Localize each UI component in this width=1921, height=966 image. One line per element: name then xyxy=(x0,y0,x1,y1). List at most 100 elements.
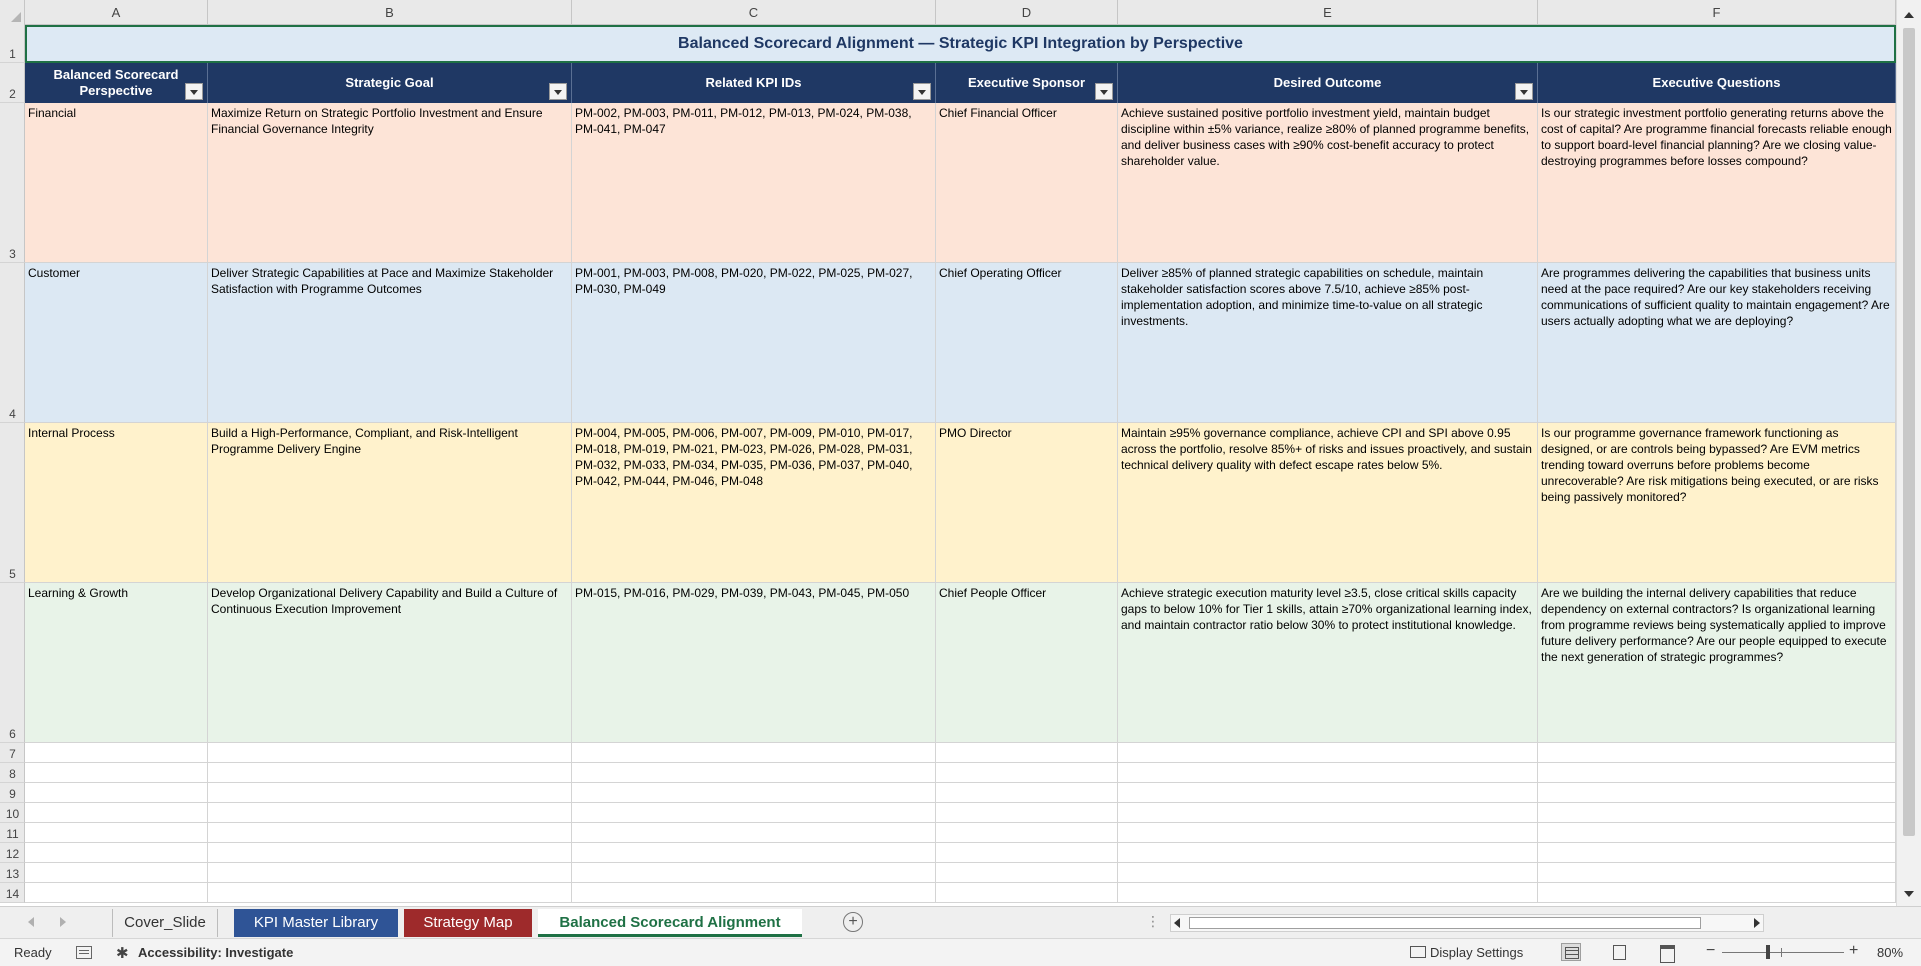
cell-questions[interactable]: Are we building the internal delivery ca… xyxy=(1538,583,1896,743)
cell-sponsor[interactable]: Chief Operating Officer xyxy=(936,263,1118,423)
header-cell-questions[interactable]: Executive Questions xyxy=(1538,63,1896,103)
cell-goal[interactable]: Develop Organizational Delivery Capabili… xyxy=(208,583,572,743)
next-sheet-arrow-icon[interactable] xyxy=(60,917,66,927)
column-header-f[interactable]: F xyxy=(1538,0,1896,25)
empty-cell[interactable] xyxy=(208,783,572,803)
sheet-title-cell[interactable]: Balanced Scorecard Alignment — Strategic… xyxy=(25,25,1896,63)
cell-kpis[interactable]: PM-002, PM-003, PM-011, PM-012, PM-013, … xyxy=(572,103,936,263)
horizontal-scrollbar[interactable] xyxy=(1170,914,1764,932)
empty-cell[interactable] xyxy=(1538,883,1896,903)
row-header-3[interactable]: 3 xyxy=(0,103,25,263)
row-header-10[interactable]: 10 xyxy=(0,803,25,823)
cell-outcome[interactable]: Deliver ≥85% of planned strategic capabi… xyxy=(1118,263,1538,423)
accessibility-status[interactable]: Accessibility: Investigate xyxy=(138,945,293,960)
filter-dropdown-icon[interactable] xyxy=(1095,83,1113,100)
empty-cell[interactable] xyxy=(25,823,208,843)
row-header-5[interactable]: 5 xyxy=(0,423,25,583)
empty-cell[interactable] xyxy=(936,843,1118,863)
empty-cell[interactable] xyxy=(572,883,936,903)
sheet-tab-strategy-map[interactable]: Strategy Map xyxy=(404,909,532,937)
zoom-in-icon[interactable]: + xyxy=(1849,942,1858,960)
row-header-13[interactable]: 13 xyxy=(0,863,25,883)
empty-cell[interactable] xyxy=(572,783,936,803)
cell-outcome[interactable]: Achieve strategic execution maturity lev… xyxy=(1118,583,1538,743)
empty-cell[interactable] xyxy=(1118,783,1538,803)
cell-perspective[interactable]: Customer xyxy=(25,263,208,423)
empty-cell[interactable] xyxy=(208,883,572,903)
cell-goal[interactable]: Build a High-Performance, Compliant, and… xyxy=(208,423,572,583)
empty-cell[interactable] xyxy=(572,803,936,823)
empty-cell[interactable] xyxy=(572,843,936,863)
zoom-slider-track[interactable] xyxy=(1722,952,1844,953)
empty-cell[interactable] xyxy=(936,863,1118,883)
empty-cell[interactable] xyxy=(208,803,572,823)
scroll-right-arrow-icon[interactable] xyxy=(1754,918,1760,928)
row-header-12[interactable]: 12 xyxy=(0,843,25,863)
horizontal-scroll-thumb[interactable] xyxy=(1189,917,1701,929)
empty-cell[interactable] xyxy=(25,883,208,903)
accessibility-icon[interactable]: ✱ xyxy=(116,944,129,962)
page-break-preview-icon[interactable] xyxy=(1657,943,1677,963)
cell-outcome[interactable]: Maintain ≥95% governance compliance, ach… xyxy=(1118,423,1538,583)
empty-cell[interactable] xyxy=(208,843,572,863)
zoom-slider-thumb[interactable] xyxy=(1766,945,1770,959)
macro-recording-icon[interactable] xyxy=(76,946,92,959)
header-cell-outcome[interactable]: Desired Outcome xyxy=(1118,63,1538,103)
sheet-tab-balanced-scorecard-alignment[interactable]: Balanced Scorecard Alignment xyxy=(538,909,802,937)
cell-questions[interactable]: Are programmes delivering the capabiliti… xyxy=(1538,263,1896,423)
row-header-4[interactable]: 4 xyxy=(0,263,25,423)
empty-cell[interactable] xyxy=(1118,883,1538,903)
empty-cell[interactable] xyxy=(25,763,208,783)
column-header-a[interactable]: A xyxy=(25,0,208,25)
cell-kpis[interactable]: PM-015, PM-016, PM-029, PM-039, PM-043, … xyxy=(572,583,936,743)
cell-kpis[interactable]: PM-001, PM-003, PM-008, PM-020, PM-022, … xyxy=(572,263,936,423)
empty-cell[interactable] xyxy=(25,863,208,883)
add-sheet-plus-icon[interactable]: + xyxy=(843,912,863,932)
row-header-2[interactable]: 2 xyxy=(0,63,25,103)
cell-outcome[interactable]: Achieve sustained positive portfolio inv… xyxy=(1118,103,1538,263)
scroll-up-arrow-icon[interactable] xyxy=(1901,8,1917,24)
empty-cell[interactable] xyxy=(1118,823,1538,843)
empty-cell[interactable] xyxy=(1118,803,1538,823)
empty-cell[interactable] xyxy=(25,743,208,763)
vertical-scroll-thumb[interactable] xyxy=(1903,28,1915,836)
cell-goal[interactable]: Deliver Strategic Capabilities at Pace a… xyxy=(208,263,572,423)
empty-cell[interactable] xyxy=(1538,823,1896,843)
row-header-6[interactable]: 6 xyxy=(0,583,25,743)
cell-perspective[interactable]: Financial xyxy=(25,103,208,263)
vertical-scrollbar[interactable] xyxy=(1896,0,1921,906)
page-layout-view-icon[interactable] xyxy=(1609,943,1629,961)
header-cell-perspective[interactable]: Balanced Scorecard Perspective xyxy=(25,63,208,103)
empty-cell[interactable] xyxy=(1118,763,1538,783)
filter-dropdown-icon[interactable] xyxy=(549,83,567,100)
filter-dropdown-icon[interactable] xyxy=(185,83,203,100)
cell-perspective[interactable]: Internal Process xyxy=(25,423,208,583)
column-header-d[interactable]: D xyxy=(936,0,1118,25)
column-header-b[interactable]: B xyxy=(208,0,572,25)
column-header-c[interactable]: C xyxy=(572,0,936,25)
empty-cell[interactable] xyxy=(1538,843,1896,863)
empty-cell[interactable] xyxy=(936,763,1118,783)
column-header-e[interactable]: E xyxy=(1118,0,1538,25)
normal-view-icon[interactable] xyxy=(1561,943,1581,961)
empty-cell[interactable] xyxy=(936,883,1118,903)
cell-sponsor[interactable]: Chief Financial Officer xyxy=(936,103,1118,263)
empty-cell[interactable] xyxy=(25,843,208,863)
empty-cell[interactable] xyxy=(208,763,572,783)
empty-cell[interactable] xyxy=(572,823,936,843)
cell-perspective[interactable]: Learning & Growth xyxy=(25,583,208,743)
empty-cell[interactable] xyxy=(1118,843,1538,863)
display-icon[interactable] xyxy=(1410,946,1426,958)
empty-cell[interactable] xyxy=(936,823,1118,843)
empty-cell[interactable] xyxy=(572,763,936,783)
cell-goal[interactable]: Maximize Return on Strategic Portfolio I… xyxy=(208,103,572,263)
select-all-corner[interactable] xyxy=(0,0,25,25)
cell-questions[interactable]: Is our programme governance framework fu… xyxy=(1538,423,1896,583)
empty-cell[interactable] xyxy=(1538,783,1896,803)
display-settings-button[interactable]: Display Settings xyxy=(1430,945,1523,960)
sheet-tab-kpi-master-library[interactable]: KPI Master Library xyxy=(234,909,398,937)
previous-sheet-arrow-icon[interactable] xyxy=(28,917,34,927)
zoom-out-icon[interactable]: − xyxy=(1706,942,1715,960)
sheet-tab-cover-slide[interactable]: Cover_Slide xyxy=(112,909,218,937)
cell-sponsor[interactable]: PMO Director xyxy=(936,423,1118,583)
